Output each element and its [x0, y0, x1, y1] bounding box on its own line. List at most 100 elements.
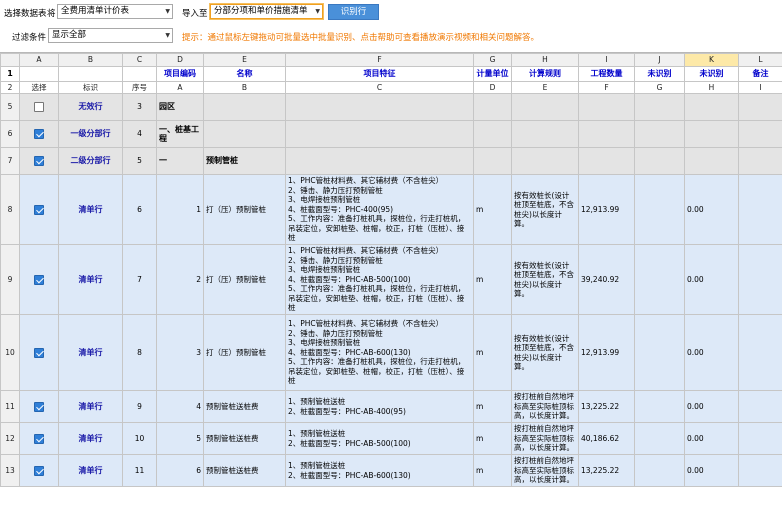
item-feature-cell: 1、预制管桩送桩 2、桩截面型号：PHC-AB-400(95)	[285, 390, 474, 423]
row-type-tag[interactable]: 清单行	[58, 390, 123, 423]
unit-cell	[473, 147, 512, 175]
column-letter-c[interactable]: C	[122, 53, 157, 67]
remark-cell	[738, 390, 782, 423]
column-letter-f[interactable]: F	[285, 53, 474, 67]
import-target-select[interactable]: 分部分项和单价措施清单 ▼	[210, 4, 323, 19]
column-letter-i[interactable]: I	[578, 53, 635, 67]
field-header[interactable]: 计算规则	[511, 66, 579, 82]
unit-cell: m	[473, 422, 512, 455]
sub-header: 标识	[58, 81, 123, 94]
field-header[interactable]: 名称	[203, 66, 286, 82]
checkbox-checked[interactable]	[34, 274, 44, 285]
item-feature-cell	[285, 120, 474, 148]
column-letter-e[interactable]: E	[203, 53, 286, 67]
checkbox-unchecked[interactable]	[34, 102, 44, 112]
row-number[interactable]: 13	[0, 454, 20, 487]
table-row[interactable]: 5 无效行 3 园区	[0, 93, 782, 121]
field-header[interactable]	[19, 66, 59, 82]
select-cell	[19, 244, 59, 315]
field-header[interactable]: 未识别	[684, 66, 739, 82]
checkbox-checked[interactable]	[34, 129, 44, 139]
field-header-row: 1 项目编码 名称 项目特征 计量单位 计算规则 工程数量 未识别 未识别 备注	[0, 66, 782, 82]
row-number[interactable]: 7	[0, 147, 20, 175]
row-type-tag[interactable]: 清单行	[58, 244, 123, 315]
unit-cell: m	[473, 244, 512, 315]
import-label: 导入至	[182, 9, 208, 19]
column-letter-g[interactable]: G	[473, 53, 512, 67]
hint-text: 提示：通过鼠标左键拖动可批量选中批量识别、点击帮助可查看播放演示视频和相关问题解…	[182, 33, 540, 43]
field-header[interactable]: 工程数量	[578, 66, 635, 82]
column-letter-a[interactable]: A	[19, 53, 59, 67]
column-letter-h[interactable]: H	[511, 53, 579, 67]
unrecognized-g-cell	[634, 93, 685, 121]
seq-cell: 9	[122, 390, 157, 423]
field-header[interactable]: 未识别	[634, 66, 685, 82]
seq-cell: 4	[122, 120, 157, 148]
checkbox-checked[interactable]	[34, 347, 44, 358]
checkbox-checked[interactable]	[34, 156, 44, 166]
filter-select[interactable]: 显示全部 ▼	[48, 28, 173, 43]
row-number[interactable]: 11	[0, 390, 20, 423]
row-type-tag[interactable]: 无效行	[58, 93, 123, 121]
table-row[interactable]: 9 清单行 7 2 打（压）预制管桩 1、PHC管桩材料费、其它辅材费（不含桩尖） 2、锤…	[0, 244, 782, 315]
row-type-tag[interactable]: 清单行	[58, 422, 123, 455]
unrecognized-g-cell	[634, 120, 685, 148]
column-letter-b[interactable]: B	[58, 53, 123, 67]
row-number[interactable]: 12	[0, 422, 20, 455]
column-letter-d[interactable]: D	[156, 53, 204, 67]
field-header[interactable]	[122, 66, 157, 82]
row-type-tag[interactable]: 清单行	[58, 174, 123, 245]
row-type-tag[interactable]: 一级分部行	[58, 120, 123, 148]
row-type-tag[interactable]: 二级分部行	[58, 147, 123, 175]
sub-header: 选择	[19, 81, 59, 94]
field-header[interactable]: 项目特征	[285, 66, 474, 82]
unit-cell	[473, 120, 512, 148]
select-cell	[19, 314, 59, 391]
row-number[interactable]: 10	[0, 314, 20, 391]
checkbox-checked[interactable]	[34, 401, 44, 412]
quantity-cell	[578, 93, 635, 121]
quantity-cell: 13,225.22	[578, 390, 635, 423]
unrecognized-h-cell	[684, 147, 739, 175]
row-number[interactable]: 9	[0, 244, 20, 315]
table-row[interactable]: 6 一级分部行 4 一、桩基工程	[0, 120, 782, 148]
row-number[interactable]: 5	[0, 93, 20, 121]
column-letter-k[interactable]: K	[684, 53, 739, 67]
row-type-tag[interactable]: 清单行	[58, 314, 123, 391]
identify-rows-button[interactable]: 识别行	[328, 4, 379, 20]
select-cell	[19, 454, 59, 487]
data-grid[interactable]: A B C D E F G H I J K L 1 项目编码 名称 项目特征 计量单位 计算规则 工程数量 未识别 未识…	[0, 52, 782, 510]
unrecognized-h-cell: 0.00	[684, 422, 739, 455]
field-header[interactable]: 项目编码	[156, 66, 204, 82]
row-type-tag[interactable]: 清单行	[58, 454, 123, 487]
table-row[interactable]: 7 二级分部行 5 一预制管桩	[0, 147, 782, 175]
table-row[interactable]: 11 清单行 9 4 预制管桩送桩费 1、预制管桩送桩 2、桩截面型号：PHC-AB-40…	[0, 390, 782, 423]
chevron-down-icon: ▼	[165, 8, 170, 15]
item-code-cell: 4	[156, 390, 204, 423]
rule-cell: 按有效桩长(设计桩顶至桩底，不含桩尖)以长度计算。	[511, 174, 579, 245]
sub-header: A	[156, 81, 204, 94]
filter-select-value: 显示全部	[52, 30, 87, 40]
column-letter-j[interactable]: J	[634, 53, 685, 67]
checkbox-checked[interactable]	[34, 204, 44, 215]
field-header[interactable]: 备注	[738, 66, 782, 82]
checkbox-checked[interactable]	[34, 433, 44, 444]
checkbox-checked[interactable]	[34, 465, 44, 476]
table-row[interactable]: 10 清单行 8 3 打（压）预制管桩 1、PHC管桩材料费、其它辅材费（不含桩尖） 2、…	[0, 314, 782, 391]
table-row[interactable]: 13 清单行 11 6 预制管桩送桩费 1、预制管桩送桩 2、桩截面型号：PHC-AB-6…	[0, 454, 782, 487]
remark-cell	[738, 120, 782, 148]
sub-header: B	[203, 81, 286, 94]
select-cell	[19, 390, 59, 423]
table-select[interactable]: 全费用清单计价表 ▼	[57, 4, 173, 19]
item-feature-cell: 1、PHC管桩材料费、其它辅材费（不含桩尖） 2、锤击、静力压打预制管桩 3、电…	[285, 244, 474, 315]
column-letter-l[interactable]: L	[738, 53, 782, 67]
field-header[interactable]: 计量单位	[473, 66, 512, 82]
row-number[interactable]: 6	[0, 120, 20, 148]
table-row[interactable]: 12 清单行 10 5 预制管桩送桩费 1、预制管桩送桩 2、桩截面型号：PHC-AB-5…	[0, 422, 782, 455]
quantity-cell: 12,913.99	[578, 314, 635, 391]
item-code-cell: 3	[156, 314, 204, 391]
row-number[interactable]: 8	[0, 174, 20, 245]
table-row[interactable]: 8 清单行 6 1 打（压）预制管桩 1、PHC管桩材料费、其它辅材费（不含桩尖） 2、锤…	[0, 174, 782, 245]
corner-cell[interactable]	[0, 53, 20, 67]
field-header[interactable]	[58, 66, 123, 82]
